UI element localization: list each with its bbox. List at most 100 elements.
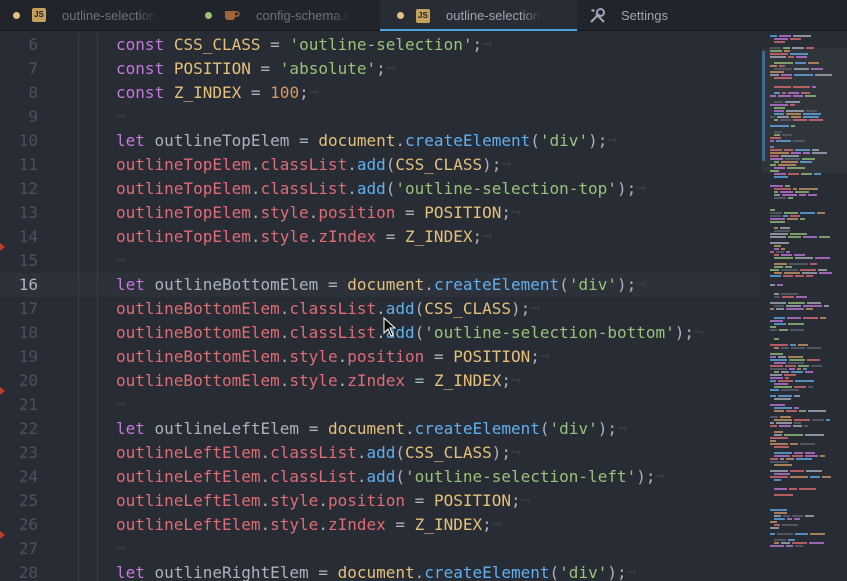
code-text: ¬ [116,107,126,126]
code-line[interactable]: 15 ¬ [0,249,760,273]
minimap-line [770,374,782,376]
indent-guide [78,57,79,81]
minimap-line [770,440,776,442]
indent-guide [78,321,79,345]
minimap-line [785,158,800,160]
minimap-line [776,422,792,424]
code-line[interactable]: 21 ¬ [0,393,760,417]
code-line[interactable]: 22 let outlineLeftElem = document.createE… [0,417,760,441]
line-number[interactable]: 25 [0,489,38,513]
code-line[interactable]: 25 outlineLeftElem.style.position = POSIT… [0,489,760,513]
code-editor[interactable]: 6 const CSS_CLASS = 'outline-selection';¬… [0,31,760,581]
tab-config-schema[interactable]: config-schema.coffee [190,0,380,30]
code-line[interactable]: 23 outlineLeftElem.classList.add(CSS_CLAS… [0,441,760,465]
line-number[interactable]: 19 [0,345,38,369]
minimap-line [792,515,803,517]
indent-guide [97,465,98,489]
minimap-line [786,251,790,253]
minimap-line [774,539,786,541]
minimap-line [814,173,821,175]
minimap-line [795,533,808,535]
code-line[interactable]: 10 let outlineTopElem = document.createEl… [0,129,760,153]
line-number[interactable]: 20 [0,369,38,393]
minimap-line [795,545,803,547]
indent-guide [97,417,98,441]
line-number[interactable]: 15 [0,249,38,273]
line-number[interactable]: 11 [0,153,38,177]
minimap-line [770,251,774,253]
line-number[interactable]: 24 [0,465,38,489]
line-number[interactable]: 6 [0,33,38,57]
minimap-line [774,452,792,454]
code-line[interactable]: 9 ¬ [0,105,760,129]
indent-guide [78,417,79,441]
line-number[interactable]: 9 [0,105,38,129]
code-line[interactable]: 6 const CSS_CLASS = 'outline-selection';¬ [0,33,760,57]
line-number[interactable]: 23 [0,441,38,465]
minimap-line [803,305,822,307]
minimap-line [774,254,779,256]
code-line[interactable]: 20 outlineBottomElem.style.zIndex = Z_IND… [0,369,760,395]
line-number[interactable]: 10 [0,129,38,153]
line-number[interactable]: 18 [0,321,38,345]
code-line[interactable]: 28 let outlineRightElem = document.create… [0,561,760,581]
line-number[interactable]: 26 [0,513,38,537]
code-line[interactable]: 27 ¬ [0,537,760,561]
code-line[interactable]: 7 const POSITION = 'absolute';¬ [0,57,760,81]
minimap-line [793,86,810,88]
code-line[interactable]: 11 outlineTopElem.classList.add(CSS_CLASS… [0,153,760,177]
minimap-line [805,95,816,97]
indent-guide [78,465,79,489]
line-number[interactable]: 28 [0,561,38,581]
minimap-line [794,386,806,388]
line-number[interactable]: 8 [0,81,38,105]
minimap-line [770,356,776,358]
minimap[interactable] [762,31,847,581]
code-line[interactable]: 8 const Z_INDEX = 100;¬ [0,81,760,105]
code-line[interactable]: 12 outlineTopElem.classList.add('outline-… [0,177,760,201]
minimap-line [774,38,788,40]
line-number[interactable]: 22 [0,417,38,441]
indent-guide [97,249,98,273]
modified-dot-icon [205,11,212,19]
code-line[interactable]: 19 outlineBottomElem.style.position = POS… [0,345,760,369]
minimap-line [788,323,804,325]
line-number[interactable]: 14 [0,225,38,249]
minimap-line [799,488,816,490]
minimap-line [770,425,777,427]
line-number[interactable]: 12 [0,177,38,201]
minimap-line [806,47,814,49]
line-number[interactable]: 27 [0,537,38,561]
code-line[interactable]: 13 outlineTopElem.style.position = POSITI… [0,201,760,225]
line-number[interactable]: 16 [0,273,38,297]
tab-outline-selection-active[interactable]: outline-selection.js [380,0,577,31]
code-line[interactable]: 18 outlineBottomElem.classList.add('outli… [0,321,760,345]
tab-settings[interactable]: Settings [577,0,767,30]
minimap-line [770,164,776,166]
code-line[interactable]: 26 outlineLeftElem.style.zIndex = Z_INDEX… [0,513,760,539]
line-number[interactable]: 7 [0,57,38,81]
code-text: outlineTopElem.style.position = POSITION… [116,203,521,222]
code-line[interactable]: 16 let outlineBottomElem = document.creat… [0,273,760,297]
line-number[interactable]: 13 [0,201,38,225]
code-line[interactable]: 24 outlineLeftElem.classList.add('outline… [0,465,760,489]
code-line[interactable]: 17 outlineBottomElem.classList.add(CSS_CL… [0,297,760,321]
minimap-line [790,470,804,472]
minimap-line [812,152,827,154]
minimap-line [774,191,778,193]
minimap-line [774,323,786,325]
minimap-line [793,425,802,427]
tab-outline-selection-1[interactable]: outline-selection.js [0,0,190,30]
minimap-line [788,302,805,304]
minimap-line [810,263,817,265]
line-number[interactable]: 21 [0,393,38,417]
minimap-line [819,272,832,274]
minimap-line [786,308,804,310]
code-text: const Z_INDEX = 100;¬ [116,83,319,102]
minimap-line [774,524,780,526]
code-line[interactable]: 14 outlineTopElem.style.zIndex = Z_INDEX;… [0,225,760,251]
minimap-line [799,410,806,412]
line-number[interactable]: 17 [0,297,38,321]
minimap-line [805,515,814,517]
minimap-line [774,494,793,496]
